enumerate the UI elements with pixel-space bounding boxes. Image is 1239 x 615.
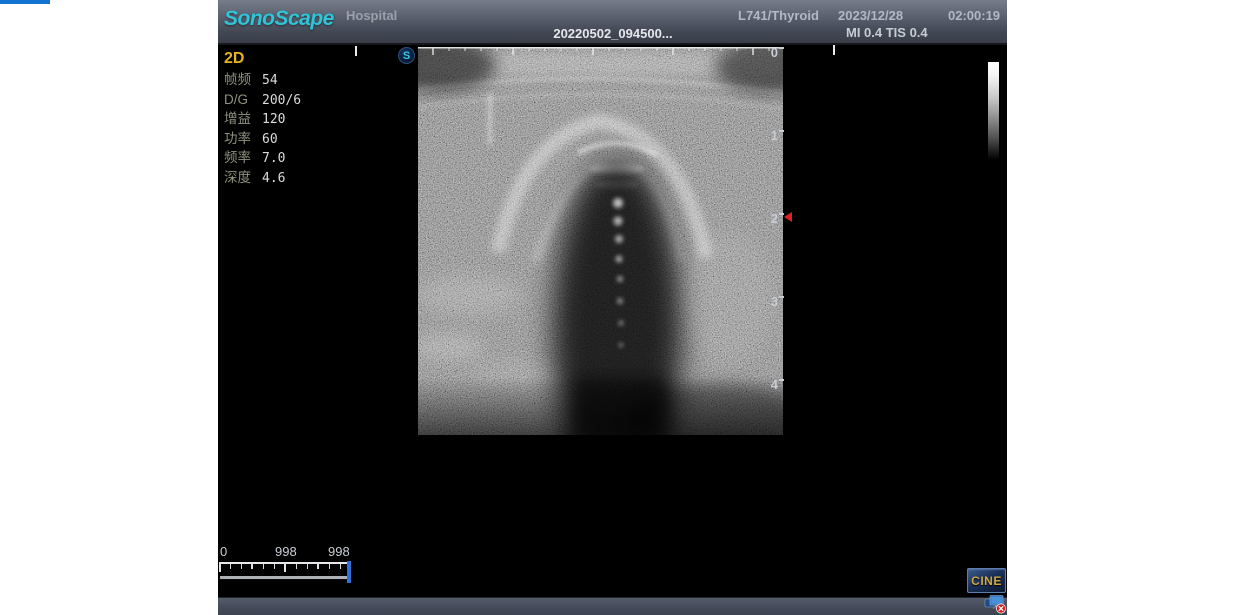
depth-ruler-number: 1 xyxy=(771,128,778,143)
depth-tick xyxy=(779,296,784,298)
bottom-status-bar xyxy=(218,597,1007,615)
param-row: 功率60 xyxy=(224,130,301,150)
probe-preset: L741/Thyroid xyxy=(738,8,819,23)
cine-ruler-major-tick xyxy=(284,562,286,572)
cine-button[interactable]: CINE xyxy=(967,568,1006,593)
browser-loading-bar xyxy=(0,0,50,4)
depth-ruler-label: 0 xyxy=(762,45,784,60)
param-row: 帧频54 xyxy=(224,71,301,91)
focus-position-marker xyxy=(784,212,792,222)
param-value: 200/6 xyxy=(262,93,301,108)
exam-id: 20220502_094500... xyxy=(508,26,718,41)
depth-ruler-number: 0 xyxy=(771,45,778,60)
network-disconnected-icon[interactable] xyxy=(984,594,1007,614)
reference-tick-left xyxy=(355,46,357,56)
param-value: 60 xyxy=(262,132,278,147)
depth-ruler-number: 2 xyxy=(771,211,778,226)
cine-mid-label: 998 xyxy=(275,544,297,559)
depth-tick xyxy=(779,47,784,49)
depth-ruler-number: 3 xyxy=(771,294,778,309)
param-row: 深度4.6 xyxy=(224,169,301,189)
grayscale-reference-bar xyxy=(988,62,999,160)
depth-tick xyxy=(779,130,784,132)
sonoscape-logo: SonoScape xyxy=(224,7,334,31)
depth-ruler-number: 4 xyxy=(771,377,778,392)
reference-tick-right xyxy=(833,45,835,55)
probe-orientation-marker-icon: S xyxy=(398,47,415,64)
param-value: 7.0 xyxy=(262,151,285,166)
mode-label: 2D xyxy=(224,50,244,68)
param-label: 增益 xyxy=(224,110,262,129)
param-label: 功率 xyxy=(224,130,262,149)
depth-ruler-label: 3 xyxy=(762,294,784,309)
ultrasound-application: SonoScape Hospital 20220502_094500... L7… xyxy=(218,0,1007,615)
param-row: D/G200/6 xyxy=(224,91,301,111)
param-row: 增益120 xyxy=(224,110,301,130)
hospital-name: Hospital xyxy=(346,8,397,23)
cine-end-label: 998 xyxy=(328,544,350,559)
screen: SonoScape Hospital 20220502_094500... L7… xyxy=(0,0,1239,615)
cine-ruler-medium-tick xyxy=(251,562,253,569)
cine-ruler-major-tick xyxy=(219,562,221,572)
param-value: 120 xyxy=(262,112,285,127)
depth-ruler-label: 2 xyxy=(762,211,784,226)
depth-ruler-label: 4 xyxy=(762,377,784,392)
cine-position-marker[interactable] xyxy=(347,561,351,583)
param-row: 频率7.0 xyxy=(224,149,301,169)
param-label: 深度 xyxy=(224,169,262,188)
param-value: 4.6 xyxy=(262,171,285,186)
ultrasound-image-area[interactable] xyxy=(418,47,783,435)
orientation-letter: S xyxy=(403,50,410,62)
system-time: 02:00:19 xyxy=(948,8,1000,23)
cine-start-frame: 0 xyxy=(220,544,227,559)
param-label: 频率 xyxy=(224,149,262,168)
param-label: 帧频 xyxy=(224,71,262,90)
cine-ruler-medium-tick xyxy=(317,562,319,569)
depth-tick xyxy=(779,379,784,381)
param-value: 54 xyxy=(262,73,278,88)
acoustic-indices: MI 0.4 TIS 0.4 xyxy=(846,25,928,40)
param-label: D/G xyxy=(224,91,262,110)
parameter-list: 帧频54 D/G200/6 增益120 功率60 频率7.0 深度4.6 xyxy=(224,71,301,188)
cine-progress-bar[interactable] xyxy=(220,576,348,580)
depth-ruler-label: 1 xyxy=(762,128,784,143)
ultrasound-speckle-image xyxy=(418,47,783,435)
system-date: 2023/12/28 xyxy=(838,8,903,23)
top-status-bar: SonoScape Hospital 20220502_094500... L7… xyxy=(218,0,1007,45)
